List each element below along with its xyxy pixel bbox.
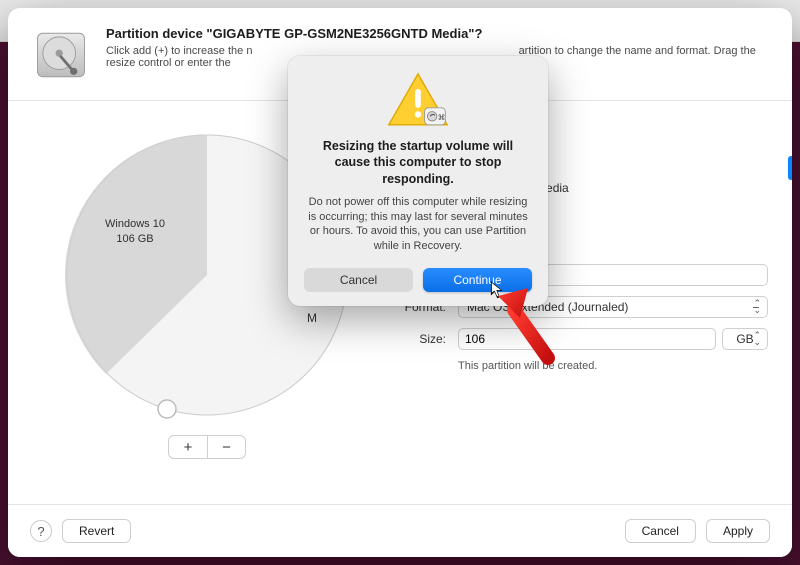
partial-label-m: M — [307, 311, 317, 325]
alert-continue-button[interactable]: Continue — [423, 268, 532, 292]
size-input[interactable] — [458, 328, 716, 350]
add-remove-segmented: + − — [168, 435, 246, 459]
size-label: Size: — [394, 332, 446, 346]
svg-text:⌘: ⌘ — [438, 113, 446, 122]
alert-body: Do not power off this computer while res… — [308, 195, 528, 254]
partition-sheet: Partition device "GIGABYTE GP-GSM2NE3256… — [8, 8, 792, 557]
help-button[interactable]: ? — [30, 520, 52, 542]
apply-button[interactable]: Apply — [706, 519, 770, 543]
cancel-button[interactable]: Cancel — [625, 519, 696, 543]
remove-partition-button[interactable]: − — [207, 436, 245, 458]
hard-disk-icon — [32, 26, 90, 84]
selection-accent — [788, 156, 792, 180]
add-partition-button[interactable]: + — [169, 436, 207, 458]
size-unit-select[interactable]: GB ⌃⌄ — [722, 328, 768, 350]
sheet-footer: ? Revert Cancel Apply — [8, 504, 792, 557]
alert-title: Resizing the startup volume will cause t… — [310, 138, 526, 187]
resize-handle-icon — [158, 400, 176, 418]
revert-button[interactable]: Revert — [62, 519, 131, 543]
size-unit-value: GB — [736, 332, 753, 346]
warning-icon: ⌘ — [385, 72, 451, 130]
chevron-updown-icon: ⌃⌄ — [753, 332, 761, 346]
chevron-updown-icon: ⌃⌄ — [753, 300, 761, 314]
confirm-alert: ⌘ Resizing the startup volume will cause… — [288, 56, 548, 306]
partition-note: This partition will be created. — [458, 360, 768, 372]
alert-cancel-button[interactable]: Cancel — [304, 268, 413, 292]
sheet-title: Partition device "GIGABYTE GP-GSM2NE3256… — [106, 26, 768, 41]
pie-slice-label: Windows 10 106 GB — [95, 217, 175, 247]
